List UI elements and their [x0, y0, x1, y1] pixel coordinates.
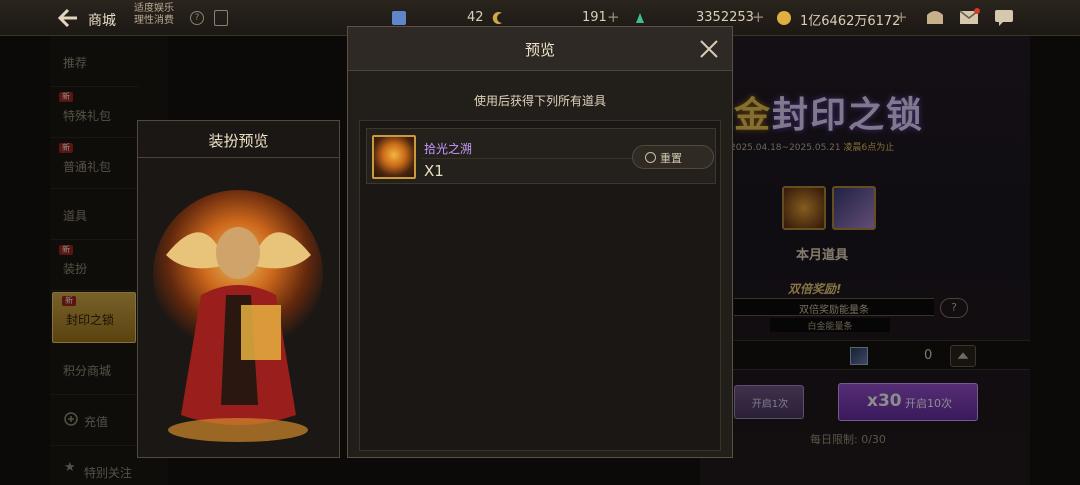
close-icon[interactable] [698, 38, 720, 60]
costume-character-image [146, 165, 331, 451]
shop-bag-icon[interactable] [924, 7, 946, 27]
document-icon[interactable] [214, 10, 228, 26]
list-item: 拾光之溯 X1 重置 [366, 128, 716, 184]
chat-icon[interactable] [993, 7, 1015, 27]
item-name: 拾光之溯 [424, 142, 473, 156]
add-gem-button[interactable]: + [752, 8, 765, 26]
add-moon-button[interactable]: + [607, 8, 620, 26]
gem-icon [636, 13, 644, 23]
dialog-header: 预览 [348, 27, 732, 71]
page-title: 商城 [88, 13, 116, 29]
currency-gold-value: 1亿6462万6172 [800, 14, 901, 29]
costume-preview-panel: 装扮预览 [137, 120, 340, 458]
gold-coin-icon [777, 11, 791, 25]
divider [138, 157, 339, 158]
reset-label: 重置 [660, 152, 682, 165]
reset-icon [645, 152, 656, 163]
help-icon[interactable]: ? [190, 11, 204, 25]
add-gold-button[interactable]: + [895, 8, 908, 26]
preview-dialog: 预览 使用后获得下列所有道具 拾光之溯 X1 重置 [347, 26, 733, 458]
costume-preview-title: 装扮预览 [208, 132, 269, 150]
currency-ticket-value: 42 [467, 10, 484, 25]
item-icon[interactable] [372, 135, 416, 179]
item-quantity: X1 [424, 162, 444, 180]
currency-gem-value: 3352253 [696, 10, 754, 25]
back-arrow-icon[interactable] [58, 9, 78, 27]
reward-list: 拾光之溯 X1 重置 [359, 120, 721, 451]
ticket-icon [392, 11, 406, 25]
reset-button[interactable]: 重置 [632, 145, 714, 169]
health-notice: 适度娱乐 理性消费 [134, 3, 174, 26]
moon-coin-icon [492, 12, 502, 24]
dialog-description: 使用后获得下列所有道具 [473, 94, 606, 108]
currency-moon-value: 191 [582, 10, 607, 25]
dialog-title: 预览 [524, 41, 555, 59]
mail-icon[interactable] [958, 7, 980, 27]
